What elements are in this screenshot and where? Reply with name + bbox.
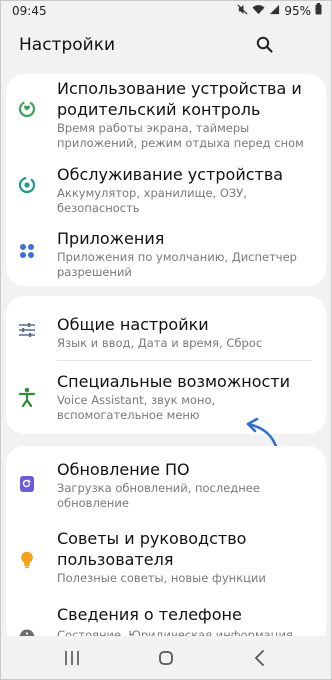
settings-item-device-care[interactable]: Обслуживание устройства Аккумулятор, хра… — [6, 156, 326, 216]
digital-wellbeing-icon — [16, 98, 38, 120]
back-icon[interactable] — [250, 649, 270, 667]
settings-item-title: Советы и руководство пользователя — [57, 529, 247, 569]
settings-item-subtitle: Время работы экрана, таймеры приложений,… — [57, 121, 304, 150]
mute-icon — [237, 3, 248, 18]
settings-card-3: Обновление ПО Загрузка обновлений, после… — [6, 446, 326, 657]
settings-card-2: Общие настройки Язык и ввод, Дата и врем… — [6, 296, 326, 434]
settings-item-subtitle: Аккумулятор, хранилище, ОЗУ, безопасност… — [57, 186, 247, 215]
settings-item-title: Общие настройки — [57, 315, 209, 334]
settings-item-title: Использование устройства и родительский … — [57, 79, 302, 119]
settings-item-subtitle: Язык и ввод, Дата и время, Сброс — [57, 336, 263, 350]
battery-icon — [315, 3, 322, 18]
status-time: 09:45 — [12, 4, 47, 18]
settings-item-software-update[interactable]: Обновление ПО Загрузка обновлений, после… — [6, 446, 326, 512]
item-divider — [57, 360, 312, 361]
status-bar: 09:45 95% — [0, 0, 332, 22]
settings-item-general[interactable]: Общие настройки Язык и ввод, Дата и врем… — [6, 296, 326, 360]
navigation-bar — [0, 636, 332, 680]
search-icon[interactable] — [252, 32, 278, 58]
signal-icon — [269, 4, 280, 18]
settings-item-title: Обновление ПО — [57, 460, 190, 479]
settings-item-subtitle: Приложения по умолчанию, Диспетчер разре… — [57, 250, 297, 279]
software-update-icon — [16, 473, 38, 495]
settings-item-title: Специальные возможности — [57, 372, 291, 391]
device-care-icon — [16, 174, 38, 196]
accessibility-icon — [16, 386, 38, 408]
settings-item-apps[interactable]: Приложения Приложения по умолчанию, Дисп… — [6, 220, 326, 284]
settings-item-title: Обслуживание устройства — [57, 165, 284, 184]
apps-icon — [16, 240, 38, 262]
wifi-icon — [252, 4, 265, 18]
settings-item-subtitle: Загрузка обновлений, последнее обновлени… — [57, 481, 260, 510]
app-header: Настройки — [0, 22, 332, 72]
settings-item-title: Приложения — [57, 229, 165, 248]
settings-item-digital-wellbeing[interactable]: Использование устройства и родительский … — [6, 74, 326, 150]
recents-icon[interactable] — [62, 649, 82, 667]
settings-item-subtitle: Полезные советы, новые функции — [57, 571, 266, 585]
settings-card-1: Использование устройства и родительский … — [6, 74, 326, 286]
page-title: Настройки — [19, 35, 116, 55]
settings-item-title: Сведения о телефоне — [57, 605, 242, 624]
settings-item-tips[interactable]: Советы и руководство пользователя Полезн… — [6, 520, 326, 592]
battery-level: 95% — [284, 3, 311, 18]
home-icon[interactable] — [156, 649, 176, 667]
sliders-icon — [16, 319, 38, 341]
lightbulb-icon — [16, 549, 38, 571]
